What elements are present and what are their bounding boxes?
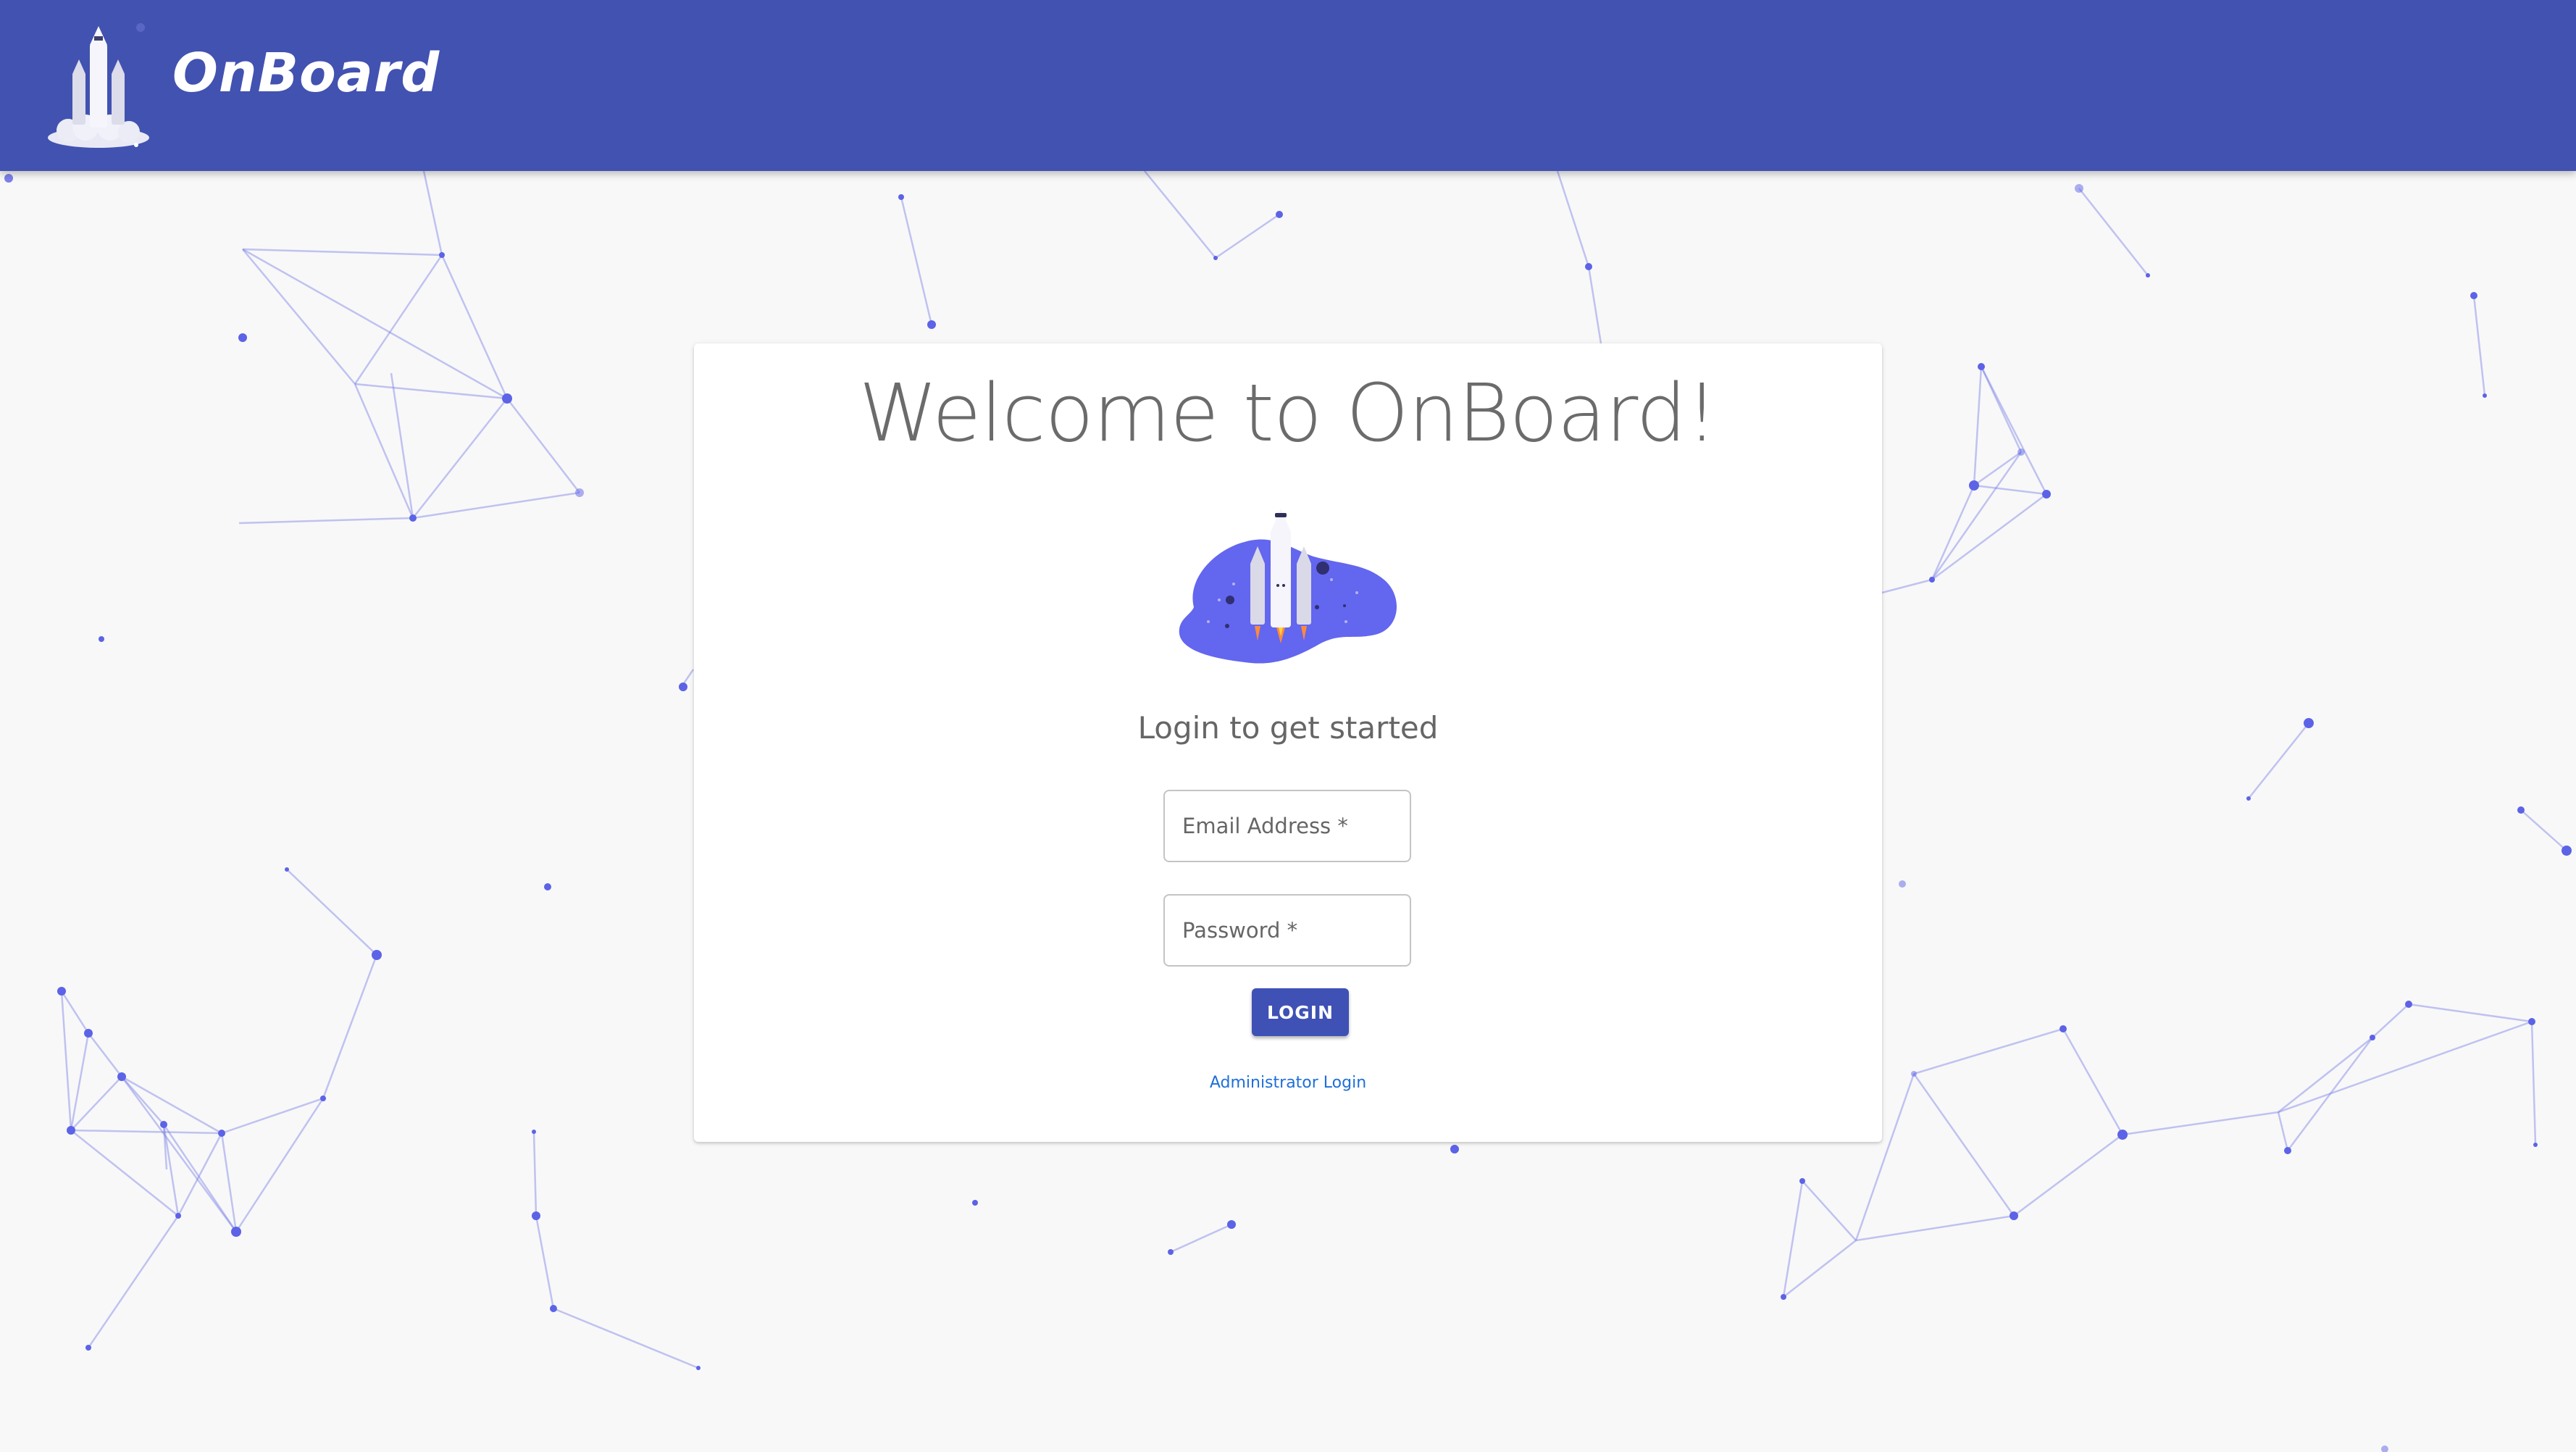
administrator-login-link[interactable]: Administrator Login — [694, 1074, 1882, 1092]
login-subtitle: Login to get started — [1137, 710, 1439, 746]
login-button[interactable]: LOGIN — [1252, 988, 1349, 1036]
password-field[interactable] — [1163, 894, 1411, 967]
email-field[interactable] — [1163, 790, 1411, 862]
rocket-launch-icon — [48, 23, 149, 148]
welcome-title: Welcome to OnBoard! — [858, 367, 1718, 459]
app-header: OnBoard — [0, 0, 2576, 171]
brand-name: OnBoard — [172, 42, 440, 104]
login-card: Welcome to OnBoard! Login to get started — [694, 343, 1882, 1142]
email-input[interactable] — [1165, 791, 1410, 861]
password-input[interactable] — [1165, 896, 1410, 965]
rocket-blob-illustration — [1179, 509, 1397, 664]
